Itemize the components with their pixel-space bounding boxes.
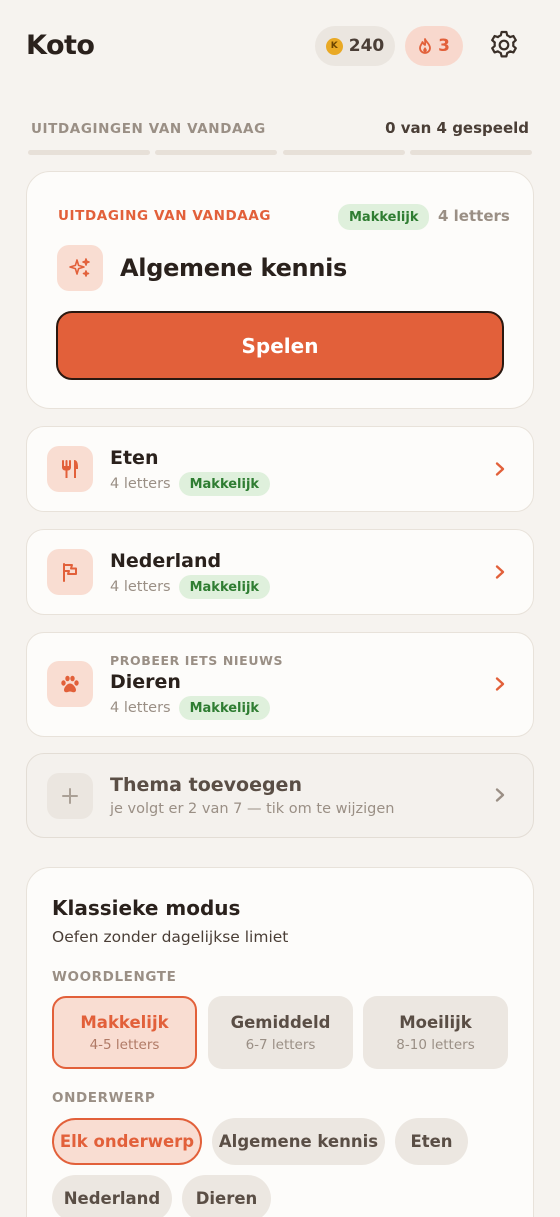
paw-icon xyxy=(61,675,79,693)
length-option-range: 6-7 letters xyxy=(245,1036,316,1053)
daily-progress-count: 0 van 4 gespeeld xyxy=(385,119,529,137)
subject-chip-netherlands[interactable]: Nederland xyxy=(52,1175,172,1217)
topic-meta: 4 letters Makkelijk xyxy=(110,696,271,720)
chevron-right-icon xyxy=(495,788,505,802)
length-option-range: 4-5 letters xyxy=(89,1036,160,1053)
progress-segment xyxy=(410,150,532,155)
challenge-title: Algemene kennis xyxy=(120,254,348,282)
chevron-right-icon xyxy=(495,677,505,691)
settings-gear-icon[interactable] xyxy=(488,29,520,61)
flag-icon xyxy=(63,563,77,582)
subject-label: ONDERWERP xyxy=(52,1090,156,1106)
length-option-range: 8-10 letters xyxy=(396,1036,475,1053)
length-option-title: Moeilijk xyxy=(399,1012,472,1032)
daily-challenges-label: UITDAGINGEN VAN VANDAAG xyxy=(31,121,266,137)
length-option-medium[interactable]: Gemiddeld 6-7 letters xyxy=(208,996,353,1069)
daily-challenge-kicker: UITDAGING VAN VANDAAG xyxy=(58,208,272,224)
classic-mode-subtitle: Oefen zonder dagelijkse limiet xyxy=(52,928,289,946)
topic-row-dieren[interactable] xyxy=(26,632,534,737)
subject-chip-any[interactable]: Elk onderwerp xyxy=(52,1118,202,1165)
topic-title: Eten xyxy=(110,447,159,469)
sparkles-icon xyxy=(69,258,90,277)
length-option-easy[interactable]: Makkelijk 4-5 letters xyxy=(52,996,197,1069)
topic-meta: 4 letters Makkelijk xyxy=(110,575,271,599)
streak-counter[interactable]: 3 xyxy=(405,26,463,66)
progress-segment xyxy=(155,150,277,155)
topic-row-nederland[interactable] xyxy=(26,529,534,615)
topic-kicker: PROBEER IETS NIEUWS xyxy=(110,653,284,668)
topic-row-eten[interactable] xyxy=(26,426,534,512)
topic-icon-box xyxy=(47,549,93,595)
classic-mode-title: Klassieke modus xyxy=(52,896,241,920)
topic-letters: 4 letters xyxy=(110,700,171,716)
progress-segment xyxy=(283,150,405,155)
chevron-right-icon xyxy=(495,565,505,579)
word-length-label: WOORDLENGTE xyxy=(52,969,177,985)
add-theme-title: Thema toevoegen xyxy=(110,774,302,796)
streak-count: 3 xyxy=(438,36,450,56)
progress-segment xyxy=(28,150,150,155)
topic-meta: 4 letters Makkelijk xyxy=(110,472,271,496)
topic-letters: 4 letters xyxy=(110,579,171,595)
add-theme-subtitle: je volgt er 2 van 7 — tik om te wijzigen xyxy=(110,801,395,817)
subject-chip-animals[interactable]: Dieren xyxy=(182,1175,271,1217)
topic-title: Dieren xyxy=(110,671,181,693)
coin-icon: K xyxy=(325,37,343,55)
difficulty-badge: Makkelijk xyxy=(178,472,271,496)
length-option-title: Gemiddeld xyxy=(230,1012,331,1032)
topic-title: Nederland xyxy=(110,550,222,572)
topic-icon-box xyxy=(47,446,93,492)
difficulty-badge: Makkelijk xyxy=(178,575,271,599)
coin-count: 240 xyxy=(348,36,385,56)
topic-letters: 4 letters xyxy=(110,476,171,492)
length-option-title: Makkelijk xyxy=(80,1012,169,1032)
subject-chip-general-knowledge[interactable]: Algemene kennis xyxy=(212,1118,385,1165)
flame-icon xyxy=(419,38,431,54)
plus-icon xyxy=(62,788,78,804)
topic-icon-box xyxy=(47,661,93,707)
difficulty-badge: Makkelijk xyxy=(178,696,271,720)
coin-balance[interactable]: K 240 xyxy=(315,26,395,66)
subject-chip-food[interactable]: Eten xyxy=(395,1118,468,1165)
add-theme-icon-box xyxy=(47,773,93,819)
length-option-hard[interactable]: Moeilijk 8-10 letters xyxy=(363,996,508,1069)
difficulty-badge: Makkelijk xyxy=(338,204,430,230)
chevron-right-icon xyxy=(495,462,505,476)
challenge-icon-box xyxy=(57,245,103,291)
play-button[interactable]: Spelen xyxy=(56,311,504,380)
app-logo: Koto xyxy=(26,30,95,61)
fork-knife-icon xyxy=(62,460,78,478)
letter-count: 4 letters xyxy=(438,207,510,225)
